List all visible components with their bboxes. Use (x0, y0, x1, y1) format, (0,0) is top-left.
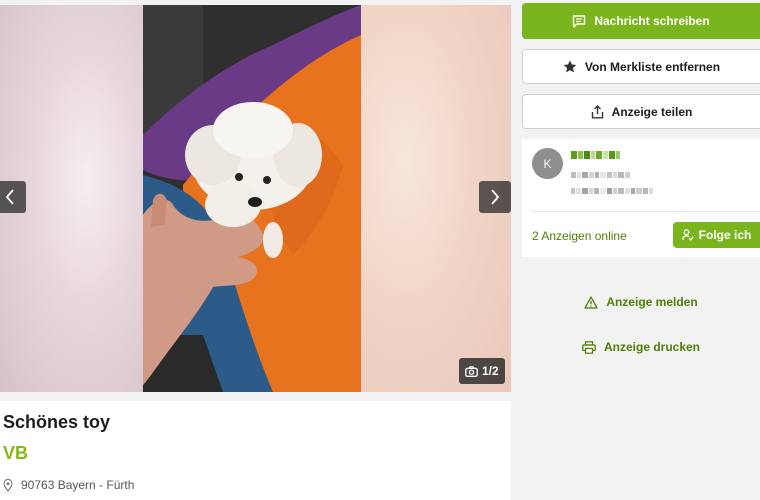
printer-icon (582, 340, 596, 354)
listing-info: Schönes toy VB 90763 Bayern - Fürth (0, 401, 511, 500)
seller-divider (532, 211, 760, 212)
image-counter[interactable]: 1/2 (459, 358, 505, 384)
seller-ads-online-link[interactable]: 2 Anzeigen online (532, 229, 627, 243)
seller-avatar[interactable]: K (532, 148, 563, 179)
listing-title: Schönes toy (3, 412, 111, 432)
watchlist-label: Von Merkliste entfernen (584, 59, 721, 74)
seller-name-redacted[interactable] (571, 151, 620, 159)
follow-label: Folge ich (698, 228, 752, 242)
listing-location: 90763 Bayern - Fürth (3, 478, 508, 492)
share-icon (591, 104, 603, 118)
previous-image-button[interactable] (0, 181, 26, 213)
report-label: Anzeige melden (606, 295, 698, 309)
image-gallery[interactable]: 1/2 (0, 5, 511, 392)
remove-from-watchlist-button[interactable]: Von Merkliste entfernen (522, 49, 760, 84)
user-check-icon (681, 229, 694, 241)
seller-type-redacted (571, 172, 630, 178)
location-text: 90763 Bayern - Fürth (21, 478, 135, 492)
chevron-right-icon (491, 189, 500, 205)
share-listing-button[interactable]: Anzeige teilen (522, 94, 760, 129)
star-icon (563, 60, 577, 73)
chat-bubble-icon (573, 14, 586, 28)
send-message-label: Nachricht schreiben (594, 14, 710, 28)
listing-price: VB (3, 443, 29, 463)
camera-icon (465, 365, 478, 377)
seller-since-redacted (571, 188, 653, 194)
follow-seller-button[interactable]: Folge ich (673, 222, 760, 248)
location-pin-icon (3, 478, 13, 492)
share-label: Anzeige teilen (611, 104, 693, 119)
report-listing-link[interactable]: Anzeige melden (522, 295, 760, 309)
warning-icon (584, 295, 598, 309)
print-label: Anzeige drucken (603, 340, 701, 354)
print-listing-link[interactable]: Anzeige drucken (522, 340, 760, 354)
puppy-photo-illustration (143, 5, 361, 392)
listing-photo[interactable] (143, 5, 361, 392)
image-counter-text: 1/2 (482, 364, 499, 378)
chevron-left-icon (5, 189, 14, 205)
next-image-button[interactable] (479, 181, 511, 213)
listing-page: 1/2 Schönes toy VB 90763 Bayern - Fürth … (0, 0, 760, 500)
seller-card: K 2 Anzeigen online Folge ich (522, 139, 760, 257)
send-message-button[interactable]: Nachricht schreiben (522, 3, 760, 39)
